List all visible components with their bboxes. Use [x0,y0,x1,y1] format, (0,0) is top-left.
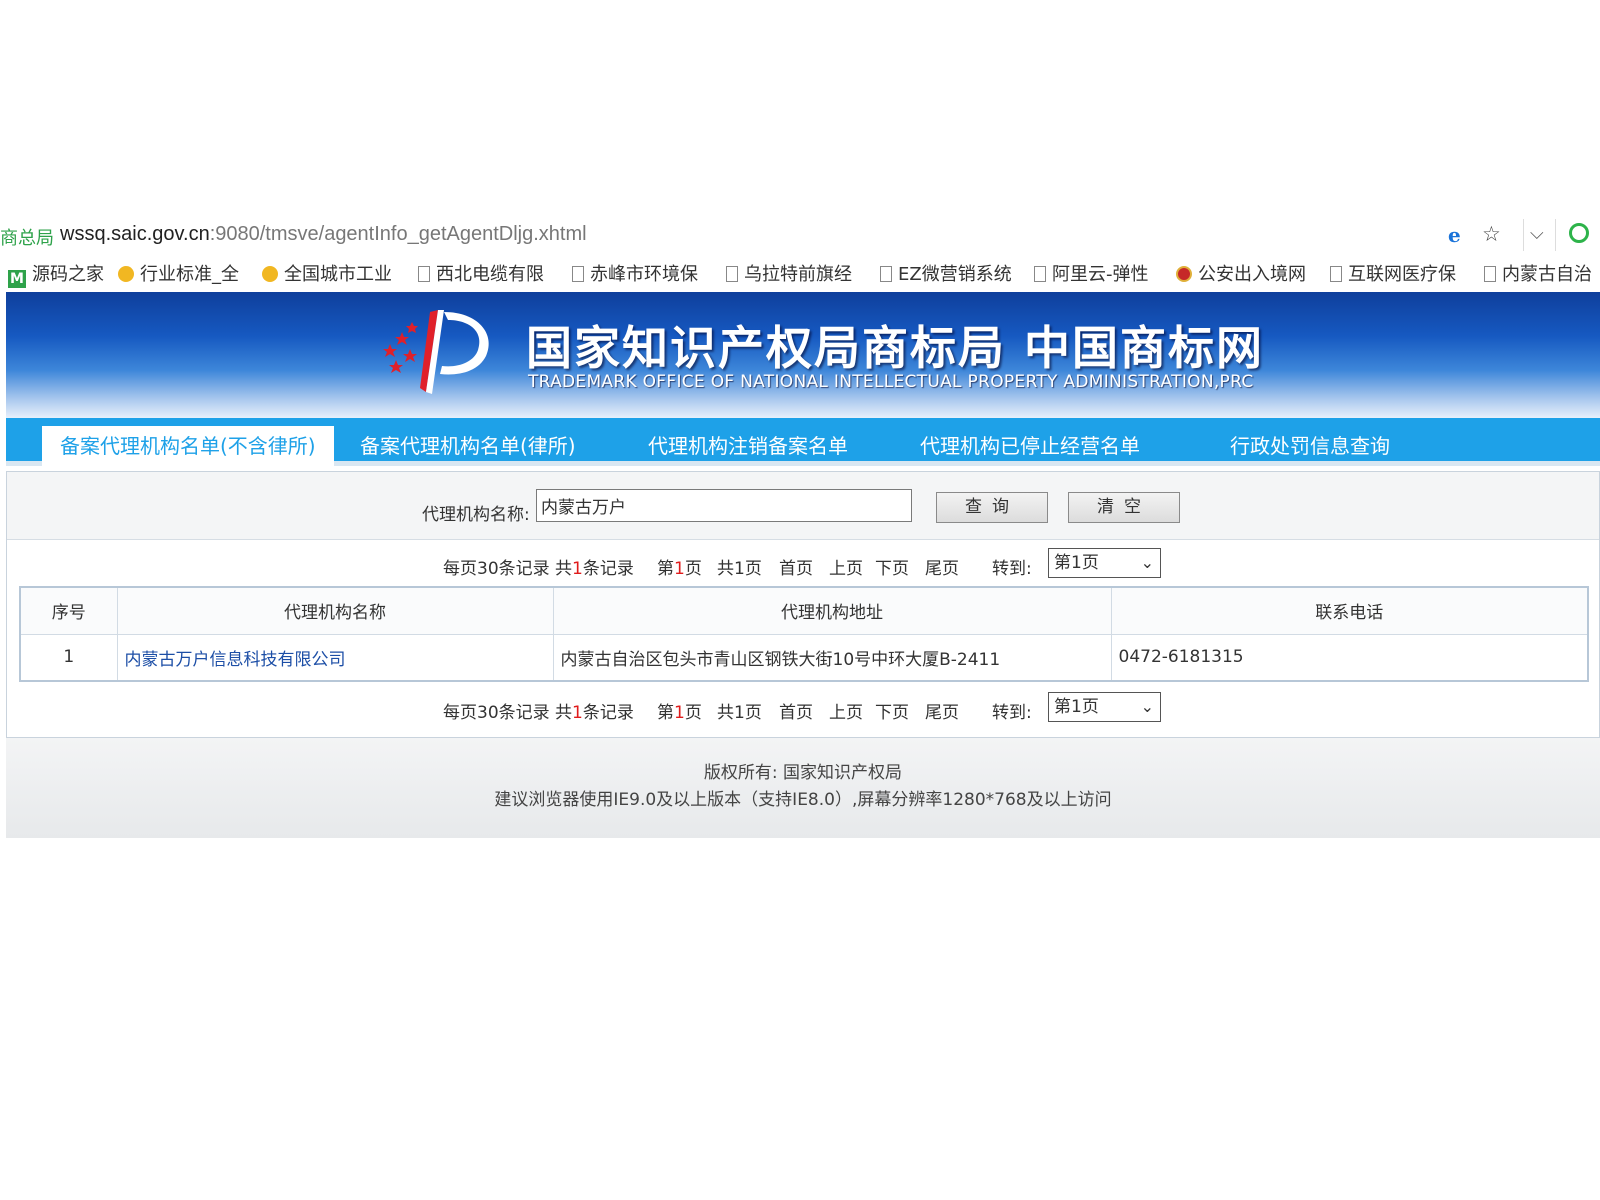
bookmark-item[interactable]: 内蒙古自治 [1484,264,1592,286]
row-phone: 0472-6181315 [1118,647,1244,668]
page-icon [1034,266,1046,282]
pager-last[interactable]: 尾页 [925,554,959,579]
pager-current: 第1页 [657,703,702,723]
bookmark-item[interactable]: 西北电缆有限 [418,264,544,286]
site-name-fragment: 商总局 [0,228,54,249]
ie-mode-icon[interactable]: e [1448,225,1468,245]
pager-total-pages: 共1页 [717,703,762,723]
chevron-down-icon[interactable]: ⌵ [1530,223,1544,244]
page-icon [1484,266,1496,282]
pager-goto-label: 转到: [992,559,1032,579]
tab-cancelled-agencies[interactable]: 代理机构注销备案名单 [648,426,848,466]
url-path: :9080/tmsve/agentInfo_getAgentDljg.xhtml [209,223,587,245]
trademark-office-logo [383,310,489,394]
clear-button[interactable]: 清空 [1068,492,1180,523]
row-no: 1 [21,634,118,680]
address-bar: 商总局 wssq.saic.gov.cn:9080/tmsve/agentInf… [0,216,1600,256]
query-panel: 代理机构名称: 查询 清空 每页30条记录 共1条记录 第1页 共1页 首页 上… [6,471,1600,738]
pager-top: 每页30条记录 共1条记录 第1页 共1页 首页 上页 下页 尾页 转到: 第1… [7,540,1599,586]
url-host: wssq.saic.gov.cn [60,223,210,245]
pager-total-pages: 共1页 [717,559,762,579]
bookmark-item[interactable]: 乌拉特前旗经 [726,264,852,286]
bookmark-item[interactable]: 互联网医疗保 [1330,264,1456,286]
search-engine-icon[interactable] [1569,223,1589,243]
tab-penalty-query[interactable]: 行政处罚信息查询 [1230,426,1390,466]
pager-per-page: 每页30条记录 共1条记录 [443,559,634,579]
col-header-phone: 联系电话 [1111,588,1587,635]
coin-icon [262,266,278,282]
pager-first[interactable]: 首页 [779,698,813,723]
agency-table: 序号 代理机构名称 代理机构地址 联系电话 1 内蒙古万户信息科技有限公司 内蒙… [19,586,1589,682]
coin-icon [118,266,134,282]
search-form: 代理机构名称: 查询 清空 [7,472,1599,540]
site-footer: 版权所有: 国家知识产权局 建议浏览器使用IE9.0及以上版本（支持IE8.0）… [6,738,1600,838]
url-field[interactable]: wssq.saic.gov.cn:9080/tmsve/agentInfo_ge… [60,223,587,246]
footer-copyright: 版权所有: 国家知识产权局 [703,763,903,783]
col-header-address: 代理机构地址 [553,588,1112,635]
bookmark-item[interactable]: 全国城市工业 [262,264,392,286]
bookmark-item[interactable]: 行业标准_全 [118,264,239,286]
page-select[interactable]: 第1页 ⌄ [1048,692,1161,722]
address-divider [1555,219,1556,251]
site-title: 国家知识产权局商标局 中国商标网 [526,321,1265,375]
table-header-row: 序号 代理机构名称 代理机构地址 联系电话 [21,588,1587,635]
pager-bottom: 每页30条记录 共1条记录 第1页 共1页 首页 上页 下页 尾页 转到: 第1… [7,684,1599,730]
pager-current: 第1页 [657,559,702,579]
page-icon [418,266,430,282]
page-icon [572,266,584,282]
page-select[interactable]: 第1页 ⌄ [1048,548,1161,578]
tab-agency-list-no-law-firm[interactable]: 备案代理机构名单(不含律所) [42,426,334,466]
col-header-name: 代理机构名称 [117,588,554,635]
bookmark-star-icon[interactable]: ☆ [1482,222,1501,246]
footer-browser-notice: 建议浏览器使用IE9.0及以上版本（支持IE8.0）,屏幕分辨率1280*768… [494,790,1112,810]
pager-prev[interactable]: 上页 [829,698,863,723]
pager-next[interactable]: 下页 [875,698,909,723]
chevron-down-icon: ⌄ [1140,553,1154,572]
bookmark-item[interactable]: M 源码之家 [8,264,104,288]
bookmark-item[interactable]: EZ微营销系统 [880,264,1012,286]
row-name-cell: 内蒙古万户信息科技有限公司 [117,634,554,680]
agency-name-input[interactable] [536,489,912,522]
col-header-no: 序号 [21,588,118,635]
agency-name-link[interactable]: 内蒙古万户信息科技有限公司 [125,650,346,670]
search-label: 代理机构名称: [422,505,530,525]
pager-per-page: 每页30条记录 共1条记录 [443,703,634,723]
police-icon [1176,266,1192,282]
bookmarks-bar: M 源码之家 行业标准_全 全国城市工业 西北电缆有限 赤峰市环境保 乌拉特前旗经… [0,258,1600,292]
pager-goto-label: 转到: [992,703,1032,723]
address-divider [1523,219,1524,251]
tab-stopped-agencies[interactable]: 代理机构已停止经营名单 [920,426,1140,466]
pager-prev[interactable]: 上页 [829,554,863,579]
bookmark-item[interactable]: 赤峰市环境保 [572,264,698,286]
bookmark-item[interactable]: 公安出入境网 [1176,264,1306,286]
pager-next[interactable]: 下页 [875,554,909,579]
row-address: 内蒙古自治区包头市青山区钢铁大街10号中环大厦B-2411 [553,634,1112,680]
page-icon [1330,266,1342,282]
m-icon: M [8,270,26,288]
page-icon [880,266,892,282]
nav-tabs: 备案代理机构名单(不含律所) 备案代理机构名单(律所) 代理机构注销备案名单 代… [6,418,1600,466]
web-page: 国家知识产权局商标局 中国商标网 TRADEMARK OFFICE OF NAT… [6,292,1600,838]
query-button[interactable]: 查询 [936,492,1048,523]
page-icon [726,266,738,282]
pager-last[interactable]: 尾页 [925,698,959,723]
site-subtitle: TRADEMARK OFFICE OF NATIONAL INTELLECTUA… [528,372,1254,392]
site-banner: 国家知识产权局商标局 中国商标网 TRADEMARK OFFICE OF NAT… [6,292,1600,418]
bookmark-item[interactable]: 阿里云-弹性 [1034,264,1149,286]
pager-first[interactable]: 首页 [779,554,813,579]
tab-agency-list-law-firm[interactable]: 备案代理机构名单(律所) [360,426,576,466]
table-row: 1 内蒙古万户信息科技有限公司 内蒙古自治区包头市青山区钢铁大街10号中环大厦B… [21,634,1587,680]
chevron-down-icon: ⌄ [1140,697,1154,716]
